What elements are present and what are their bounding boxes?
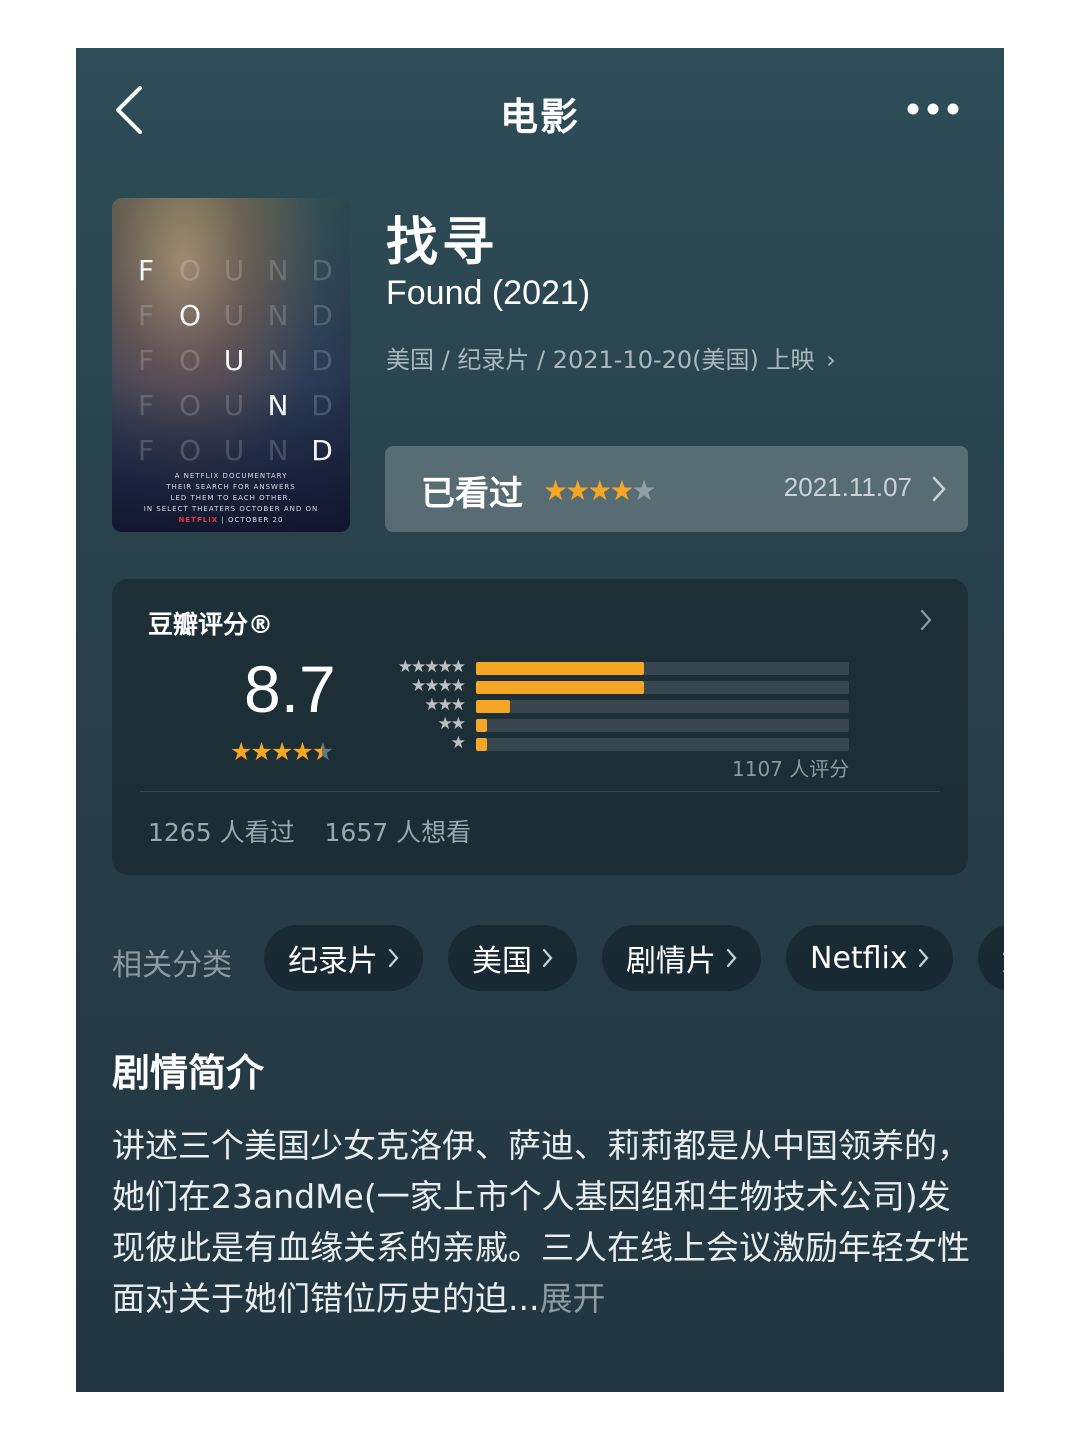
chevron-right-icon xyxy=(920,609,932,631)
watched-label: 已看过 xyxy=(421,474,523,514)
category-chip-label: 剧情片 xyxy=(626,944,716,979)
chevron-right-icon xyxy=(542,948,553,968)
category-chip[interactable]: 剧情片 xyxy=(602,925,761,991)
poster-letter: U xyxy=(223,299,245,332)
poster-letter: D xyxy=(311,389,333,422)
category-chip[interactable]: Netflix xyxy=(786,925,953,991)
rating-distribution: ★★★★★ ★★★★ ★★★ ★★ ★ xyxy=(382,657,852,754)
nav-title: 电影 xyxy=(499,95,580,139)
synopsis-title: 剧情简介 xyxy=(112,1051,265,1095)
poster-letter: O xyxy=(178,389,202,422)
star-icon: ★ xyxy=(270,737,293,766)
watched-status-button[interactable]: 已看过 ★★★★★ 2021.11.07 xyxy=(385,446,968,532)
rating-bar-track xyxy=(476,700,849,713)
poster-letter: N xyxy=(267,344,289,377)
rating-bar-track xyxy=(476,738,849,751)
rating-bar-fill xyxy=(476,719,488,732)
movie-meta-link[interactable]: 美国 / 纪录片 / 2021-10-20(美国) 上映 › xyxy=(386,340,836,375)
bar-star-icons: ★★★ xyxy=(424,695,466,715)
rating-bar-track xyxy=(476,681,849,694)
poster-letter: F xyxy=(137,389,155,422)
user-rating-stars: ★★★★★ xyxy=(543,474,657,507)
chevron-right-icon xyxy=(932,476,946,502)
poster-letter: F xyxy=(137,254,155,287)
watched-count[interactable]: 1265 人看过 xyxy=(148,818,295,847)
poster-letter: D xyxy=(311,254,333,287)
star-icon: ★ xyxy=(250,737,272,766)
poster-letter: U xyxy=(223,434,245,467)
poster-letter: O xyxy=(178,299,202,332)
category-chips: 纪录片 美国 剧情片 Netflix 女 xyxy=(264,925,1004,991)
movie-title-en: Found (2021) xyxy=(386,274,591,312)
rating-bar-fill xyxy=(476,662,644,675)
movie-poster[interactable]: FOUNDFOUNDFOUNDFOUNDFOUND A NETFLIX DOCU… xyxy=(112,198,350,532)
movie-detail-screen: 电影 FOUNDFOUNDFOUNDFOUNDFOUND A NETFLIX D… xyxy=(76,48,1004,1392)
star-icon: ★ xyxy=(609,474,634,507)
category-chip-label: Netflix xyxy=(810,940,908,976)
poster-letter: N xyxy=(267,254,289,287)
star-icon: ★ xyxy=(631,474,656,507)
movie-meta: 美国 / 纪录片 / 2021-10-20(美国) 上映 xyxy=(386,346,815,374)
bar-star-icons: ★★★★ xyxy=(411,676,466,696)
poster-letter: O xyxy=(178,434,202,467)
poster-letter: U xyxy=(223,389,245,422)
poster-letter: O xyxy=(178,344,202,377)
poster-letter: F xyxy=(137,434,155,467)
star-icon: ★ xyxy=(587,474,612,507)
poster-letter: F xyxy=(137,299,155,332)
synopsis-text: 讲述三个美国少女克洛伊、萨迪、莉莉都是从中国领养的，她们在23andMe(一家上… xyxy=(112,1120,972,1324)
chevron-right-icon xyxy=(388,948,399,968)
poster-letter: D xyxy=(311,434,333,467)
poster-letter: D xyxy=(311,299,333,332)
poster-letter: N xyxy=(267,389,289,422)
watch-stats: 1265 人看过 1657 人想看 xyxy=(148,813,493,849)
half-star-icon: ★ xyxy=(311,737,334,766)
divider xyxy=(140,791,940,792)
poster-letter: U xyxy=(223,254,245,287)
poster-letter: N xyxy=(267,299,289,332)
rating-bar-track xyxy=(476,662,849,675)
poster-title-grid: FOUNDFOUNDFOUNDFOUNDFOUND xyxy=(124,248,344,468)
rating-bar-row: ★ xyxy=(382,733,852,754)
rating-score: 8.7 xyxy=(244,652,336,726)
rating-bar-track xyxy=(476,719,849,732)
bar-star-icons: ★★★★★ xyxy=(397,657,466,677)
want-count[interactable]: 1657 人想看 xyxy=(325,818,472,847)
bar-star-icons: ★★ xyxy=(437,714,467,734)
poster-letter: U xyxy=(223,344,245,377)
star-icon: ★ xyxy=(565,474,590,507)
rating-card[interactable]: 豆瓣评分® 8.7 ★★★★★ ★★★★★ ★★★★ ★★★ ★★ ★ 1107 人评分… xyxy=(112,579,968,875)
movie-title-cn: 找寻 xyxy=(386,213,499,273)
poster-letter: O xyxy=(178,254,202,287)
category-chip[interactable]: 美国 xyxy=(448,925,577,991)
category-chip-label: 女 xyxy=(1002,936,1004,980)
chevron-right-icon xyxy=(918,948,929,968)
score-stars: ★★★★★ xyxy=(230,737,334,766)
expand-link[interactable]: 展开 xyxy=(539,1279,605,1318)
more-icon[interactable] xyxy=(906,102,960,116)
rating-bar-fill xyxy=(476,700,510,713)
rating-count: 1107 人评分 xyxy=(732,757,850,781)
category-chip-label: 美国 xyxy=(472,944,532,979)
poster-credits: A NETFLIX DOCUMENTARY THEIR SEARCH FOR A… xyxy=(143,472,319,524)
category-chip-label: 纪录片 xyxy=(288,944,378,979)
category-chip[interactable]: 女 xyxy=(977,925,1004,991)
watched-date: 2021.11.07 xyxy=(783,472,912,502)
rating-source: 豆瓣评分® xyxy=(148,610,274,639)
bar-star-icons: ★ xyxy=(450,733,466,753)
categories-label: 相关分类 xyxy=(112,948,232,983)
star-icon: ★ xyxy=(291,737,313,766)
category-chip[interactable]: 纪录片 xyxy=(264,925,423,991)
rating-bar-fill xyxy=(476,738,488,751)
star-icon: ★ xyxy=(230,737,252,766)
poster-letter: D xyxy=(311,344,333,377)
poster-letter: N xyxy=(267,434,289,467)
star-icon: ★ xyxy=(543,474,568,507)
chevron-right-icon: › xyxy=(826,346,836,374)
chevron-right-icon xyxy=(726,948,737,968)
poster-letter: F xyxy=(137,344,155,377)
rating-bar-fill xyxy=(476,681,644,694)
